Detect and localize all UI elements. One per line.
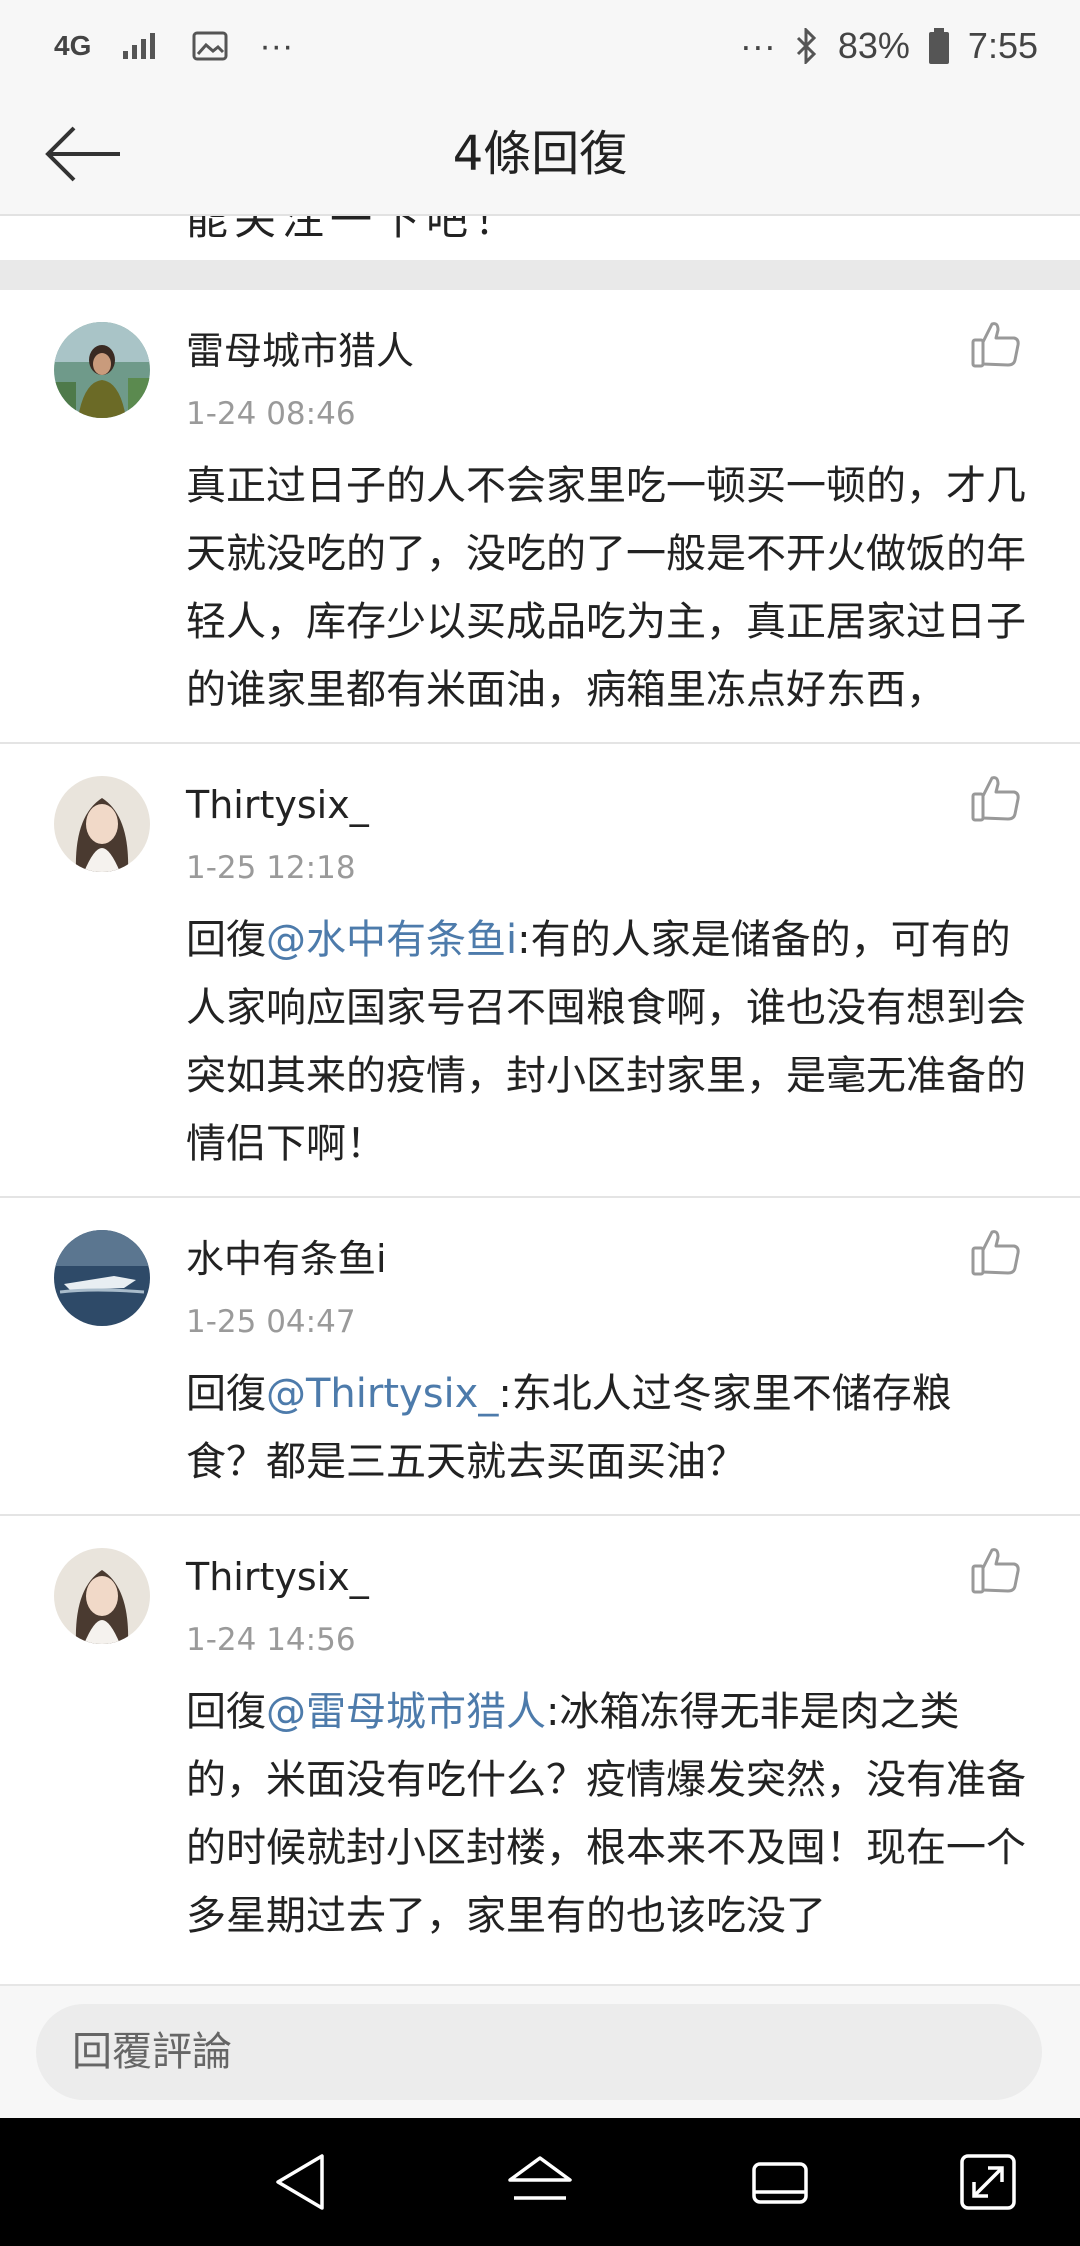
- page-title: 4條回復: [452, 126, 628, 182]
- comment-body: Thirtysix_ 1-24 14:56 回復@雷母城市猎人:冰箱冻得无非是肉…: [186, 1546, 1028, 1968]
- like-button[interactable]: [970, 1544, 1022, 1596]
- comment-text: 回復@雷母城市猎人:冰箱冻得无非是肉之类的，米面没有吃什么？疫情爆发突然，没有准…: [186, 1678, 1028, 1968]
- comment-text: 回復@Thirtysix_:东北人过冬家里不储存粮食？都是三五天就去买面买油？: [186, 1360, 1028, 1514]
- comment-item: 水中有条鱼i 1-25 04:47 回復@Thirtysix_:东北人过冬家里不…: [0, 1196, 1080, 1514]
- comment-body: 水中有条鱼i 1-25 04:47 回復@Thirtysix_:东北人过冬家里不…: [186, 1228, 1028, 1514]
- previous-comment-partial: 能关注一下吧！: [0, 216, 1080, 260]
- comment-item: Thirtysix_ 1-25 12:18 回復@水中有条鱼i:有的人家是储备的…: [0, 742, 1080, 1196]
- comment-time: 1-25 04:47: [186, 1304, 356, 1340]
- like-button[interactable]: [970, 1226, 1022, 1278]
- thumbs-up-icon: [971, 776, 1020, 822]
- avatar[interactable]: [54, 1230, 150, 1326]
- battery-icon: [928, 28, 949, 64]
- avatar[interactable]: [54, 322, 150, 418]
- comment-item: Thirtysix_ 1-24 14:56 回復@雷母城市猎人:冰箱冻得无非是肉…: [0, 1514, 1080, 1968]
- mention-link[interactable]: @水中有条鱼i: [266, 917, 517, 963]
- nav-recents-button[interactable]: [744, 2146, 816, 2218]
- network-type: 4G: [54, 30, 92, 61]
- comment-text: 回復@水中有条鱼i:有的人家是储备的，可有的人家响应国家号召不囤粮食啊，谁也没有…: [186, 906, 1028, 1196]
- avatar[interactable]: [54, 776, 150, 872]
- comment-username[interactable]: Thirtysix_: [186, 774, 1028, 832]
- reply-list[interactable]: 雷母城市猎人 1-24 08:46 真正过日子的人不会家里吃一顿买一顿的，才几天…: [0, 290, 1080, 1984]
- section-divider: [0, 260, 1080, 290]
- notification-more: ···: [259, 26, 294, 65]
- comment-text: 真正过日子的人不会家里吃一顿买一顿的，才几天就没吃的了，没吃的了一般是不开火做饭…: [186, 452, 1028, 742]
- thumbs-up-icon: [971, 1230, 1020, 1276]
- comment-body: 雷母城市猎人 1-24 08:46 真正过日子的人不会家里吃一顿买一顿的，才几天…: [186, 320, 1028, 742]
- thumbs-up-icon: [971, 1548, 1020, 1594]
- system-nav-bar: [0, 2118, 1080, 2246]
- comment-time: 1-25 12:18: [186, 850, 356, 886]
- comment-username[interactable]: 水中有条鱼i: [186, 1228, 1028, 1286]
- status-bar: 4G ··· ··· 83% 7:55: [0, 0, 1080, 92]
- comment-body: Thirtysix_ 1-25 12:18 回復@水中有条鱼i:有的人家是储备的…: [186, 774, 1028, 1196]
- reply-prefix: 回復: [186, 1689, 266, 1735]
- reply-prefix: 回復: [186, 1371, 266, 1417]
- nav-screen-button[interactable]: [952, 2146, 1024, 2218]
- mention-link[interactable]: @雷母城市猎人: [266, 1689, 546, 1735]
- nav-back-button[interactable]: [264, 2146, 336, 2218]
- comment-time: 1-24 14:56: [186, 1622, 356, 1658]
- nav-back-icon: [276, 2154, 324, 2210]
- nav-screen-icon: [960, 2154, 1016, 2210]
- mention-link[interactable]: @Thirtysix_: [266, 1371, 498, 1417]
- comment-time: 1-24 08:46: [186, 396, 356, 432]
- reply-input[interactable]: [36, 2004, 1042, 2100]
- like-button[interactable]: [970, 772, 1022, 824]
- status-bar-right: ··· 83% 7:55: [740, 25, 1038, 67]
- signal-icon: [123, 33, 156, 59]
- clock: 7:55: [967, 25, 1038, 66]
- reply-prefix: 回復: [186, 917, 266, 963]
- bluetooth-icon: [796, 28, 816, 64]
- like-button[interactable]: [970, 318, 1022, 370]
- notification-more-right: ···: [739, 25, 776, 66]
- battery-percent: 83%: [837, 25, 910, 66]
- comment-content: 真正过日子的人不会家里吃一顿买一顿的，才几天就没吃的了，没吃的了一般是不开火做饭…: [186, 463, 1026, 713]
- gallery-icon: [192, 31, 228, 61]
- nav-home-button[interactable]: [504, 2146, 576, 2218]
- nav-recents-icon: [752, 2162, 808, 2204]
- thumbs-up-icon: [971, 322, 1020, 368]
- status-bar-left: 4G ···: [54, 27, 293, 66]
- previous-comment-text: 能关注一下吧！: [186, 216, 523, 244]
- comment-username[interactable]: 雷母城市猎人: [186, 320, 1028, 378]
- comment-username[interactable]: Thirtysix_: [186, 1546, 1028, 1604]
- reply-bar: 回覆評論: [0, 1984, 1080, 2118]
- avatar[interactable]: [54, 1548, 150, 1644]
- header: 4條回復: [0, 92, 1080, 216]
- comment-item: 雷母城市猎人 1-24 08:46 真正过日子的人不会家里吃一顿买一顿的，才几天…: [0, 290, 1080, 742]
- nav-home-icon: [508, 2156, 572, 2200]
